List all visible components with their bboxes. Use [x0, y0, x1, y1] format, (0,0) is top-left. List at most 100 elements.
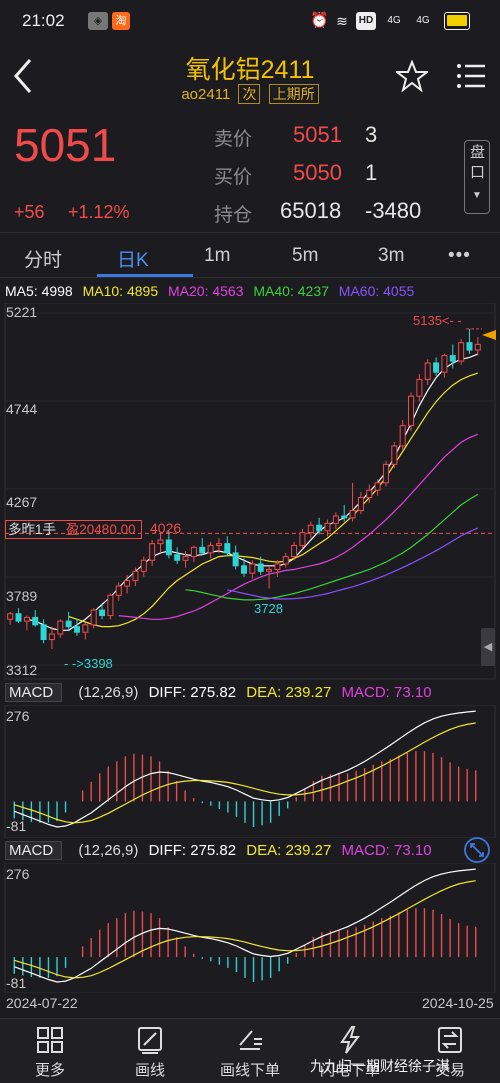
position-label: 多昨1手 — [8, 522, 57, 537]
candle-body — [341, 515, 348, 519]
period-tabs: 分时 日K 1m 5m 3m ••• — [0, 232, 500, 278]
y-tick-4267: 4267 — [6, 494, 38, 510]
more-tabs-icon[interactable]: ••• — [448, 245, 471, 267]
nav-draw[interactable]: 画线 — [100, 1023, 200, 1080]
macd-selector-2[interactable]: MACD — [5, 841, 63, 860]
candle-body — [73, 626, 80, 633]
macd1-dea: DEA: 239.27 — [246, 684, 332, 701]
nav-more[interactable]: 更多 — [0, 1023, 100, 1080]
candle-body — [449, 355, 456, 362]
open-interest-label: 持仓 — [214, 205, 253, 226]
candle-body — [357, 497, 364, 511]
grid-icon — [37, 1027, 63, 1053]
candle-body — [433, 362, 440, 373]
active-tab-indicator — [97, 274, 193, 277]
macd1-macd: MACD: 73.10 — [341, 684, 432, 701]
swing-low-label: 3728 — [254, 601, 283, 616]
candle-body — [7, 613, 14, 620]
candle-body — [458, 342, 465, 362]
taobao-icon: 淘 — [112, 12, 130, 30]
candle-body — [257, 563, 264, 572]
last-price-marker-icon — [482, 330, 496, 340]
tab-timeshare[interactable]: 分时 — [24, 245, 62, 272]
candle-body — [132, 570, 139, 582]
tab-5m[interactable]: 5m — [292, 245, 318, 267]
menu-icon[interactable] — [456, 62, 486, 90]
open-interest: 65018 — [280, 198, 342, 223]
y-tick-3789: 3789 — [6, 588, 38, 604]
clock: 21:02 — [22, 11, 65, 30]
star-icon[interactable] — [396, 60, 428, 92]
macd-chart-2[interactable] — [0, 863, 500, 993]
candle-body — [157, 539, 164, 545]
candle-body — [107, 594, 114, 617]
order-book-toggle[interactable]: 盘口 ▼ — [464, 140, 490, 214]
macd1-y-top: 276 — [6, 708, 30, 724]
pen-icon — [138, 1027, 162, 1054]
candle-body — [240, 565, 248, 574]
sell-price: 5051 — [293, 122, 342, 147]
candlestick-chart[interactable] — [0, 303, 500, 681]
sell-label: 卖价 — [214, 129, 253, 150]
x-end-date: 2024-10-25 — [422, 995, 494, 1011]
candle-body — [374, 482, 381, 491]
macd-header-1: MACD (12,26,9) DIFF: 275.82 DEA: 239.27 … — [5, 683, 500, 705]
candle-body — [215, 543, 222, 547]
candle-body — [416, 379, 423, 397]
candle-body — [316, 524, 323, 532]
tab-daily-k[interactable]: 日K — [117, 245, 149, 272]
buy-label: 买价 — [214, 167, 253, 188]
ma-line-ma5 — [26, 353, 479, 631]
macd-chart-1[interactable] — [0, 705, 500, 838]
ma5-value: MA5: 4998 — [5, 283, 73, 299]
nav-draw-order[interactable]: 画线下单 — [200, 1023, 300, 1080]
nav-draw-order-label: 画线下单 — [219, 1062, 280, 1079]
ma-legend: MA5: 4998 MA10: 4895 MA20: 4563 MA40: 42… — [5, 283, 500, 303]
status-bar: 21:02 ◈ 淘 ⏰ ≋ HD 4G 4G — [0, 0, 500, 42]
y-tick-4744: 4744 — [6, 401, 38, 417]
macd2-macd: MACD: 73.10 — [341, 842, 432, 859]
candle-body — [23, 616, 30, 622]
side-scroll-handle[interactable]: ◀ — [481, 628, 495, 666]
swap-icon — [438, 1027, 462, 1053]
macd-selector-1[interactable]: MACD — [5, 683, 63, 702]
candle-body — [124, 580, 131, 587]
candle-body — [232, 552, 239, 567]
candle-body — [90, 609, 97, 626]
title-bar: 氧化铝2411 ao2411 次 上期所 — [0, 42, 500, 112]
wifi-icon: ≋ — [336, 13, 348, 29]
tab-1m[interactable]: 1m — [204, 245, 230, 267]
candle-body — [115, 585, 122, 596]
candle-body — [382, 463, 389, 484]
candle-body — [291, 545, 298, 558]
macd1-y-bottom: -81 — [6, 818, 27, 834]
candle-body — [249, 563, 256, 574]
candle-body — [40, 624, 47, 641]
nav-draw-label: 画线 — [134, 1062, 165, 1079]
candle-body — [474, 343, 481, 351]
sell-volume: 3 — [365, 122, 378, 147]
open-interest-change: -3480 — [365, 198, 422, 223]
candle-body — [332, 515, 339, 524]
price-change-pct: +1.12% — [68, 202, 130, 222]
candle-body — [424, 362, 431, 381]
candle-body — [149, 543, 156, 561]
candle-body — [140, 559, 147, 572]
candle-body — [190, 546, 197, 558]
candle-body — [282, 556, 289, 565]
macd2-diff: DIFF: 275.82 — [148, 842, 237, 859]
candle-body — [299, 532, 306, 547]
fullscreen-toggle-icon[interactable] — [463, 836, 491, 864]
candle-body — [274, 563, 281, 570]
candle-body — [366, 489, 373, 499]
buy-volume: 1 — [365, 160, 378, 185]
contract-code: ao2411 — [181, 86, 231, 103]
position-box: 多昨1手 盈20480.00 — [5, 520, 142, 539]
candle-body — [307, 524, 314, 534]
nav-more-label: 更多 — [34, 1062, 65, 1079]
macd2-y-bottom: -81 — [6, 975, 27, 991]
watermark-text: 九九归一期财经徐子淇 — [310, 1058, 450, 1074]
ma-line-ma60 — [227, 527, 479, 600]
tab-3m[interactable]: 3m — [378, 245, 404, 267]
candle-body — [466, 342, 473, 351]
